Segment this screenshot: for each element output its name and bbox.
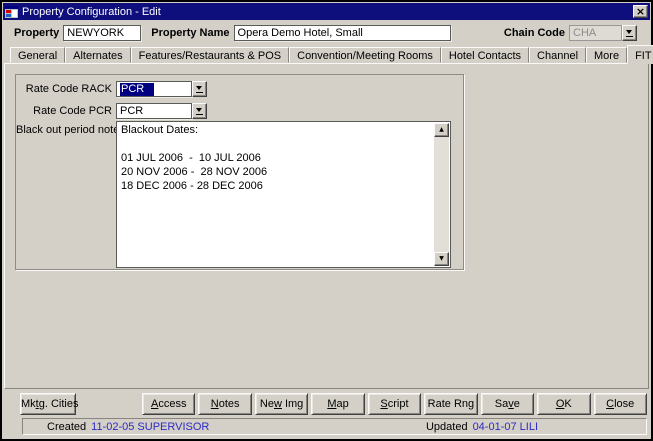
property-name-label: Property Name xyxy=(151,27,229,39)
script-button[interactable]: Script xyxy=(368,393,421,415)
property-input[interactable]: NEWYORK xyxy=(63,25,141,41)
scroll-down-icon[interactable]: ▼ xyxy=(434,252,449,266)
new-img-button[interactable]: New Img xyxy=(255,393,308,415)
rate-code-pcr-label: Rate Code PCR xyxy=(16,105,116,117)
chain-code-input[interactable]: CHA xyxy=(569,25,622,41)
rate-code-rack-input[interactable]: PCR xyxy=(116,81,192,97)
title-bar: Property Configuration - Edit × xyxy=(3,3,650,20)
tab-strip: GeneralAlternatesFeatures/Restaurants & … xyxy=(2,44,651,63)
blackout-notes-textarea[interactable]: Blackout Dates: 01 JUL 2006 - 10 JUL 200… xyxy=(116,121,451,268)
notes-button[interactable]: Notes xyxy=(198,393,251,415)
chain-code-label: Chain Code xyxy=(504,27,565,39)
lov-dropdown-icon xyxy=(196,107,203,115)
scroll-up-icon[interactable]: ▲ xyxy=(434,123,449,137)
rate-code-rack-selected-text: PCR xyxy=(120,83,154,96)
property-name-input[interactable]: Opera Demo Hotel, Small xyxy=(234,25,451,41)
window-title: Property Configuration - Edit xyxy=(22,6,633,18)
tab-features-restaurants-pos[interactable]: Features/Restaurants & POS xyxy=(131,47,289,63)
lov-dropdown-icon xyxy=(196,85,203,93)
created-label: Created xyxy=(47,421,86,433)
property-label: Property xyxy=(14,27,59,39)
action-buttons: AccessNotesNew ImgMapScriptRate RngSaveO… xyxy=(142,393,647,415)
updated-label: Updated xyxy=(426,421,468,433)
notes-scrollbar[interactable]: ▲ ▼ xyxy=(434,123,449,266)
tab-general[interactable]: General xyxy=(10,47,65,63)
updated-status: Updated 04-01-07 LILI xyxy=(426,421,538,433)
rate-code-rack-lov-button[interactable] xyxy=(192,81,207,97)
blackout-notes-text: Blackout Dates: 01 JUL 2006 - 10 JUL 200… xyxy=(117,122,434,267)
lov-dropdown-icon xyxy=(626,29,633,37)
property-configuration-window: Property Configuration - Edit × Property… xyxy=(0,0,653,441)
button-row: Mktg. Cities AccessNotesNew ImgMapScript… xyxy=(2,389,651,418)
blackout-notes-row: Black out period notes Blackout Dates: 0… xyxy=(16,121,463,268)
access-button[interactable]: Access xyxy=(142,393,195,415)
tab-more[interactable]: More xyxy=(586,47,627,63)
tab-alternates[interactable]: Alternates xyxy=(65,47,131,63)
updated-value: 04-01-07 LILI xyxy=(473,421,538,433)
blackout-notes-label: Black out period notes xyxy=(16,121,116,136)
fit-contracts-tab-panel: Rate Code RACK PCR Rate Code PCR PCR Bla… xyxy=(4,63,649,389)
status-bar: Created 11-02-05 SUPERVISOR Updated 04-0… xyxy=(22,418,647,435)
rate-code-pcr-input[interactable]: PCR xyxy=(116,103,192,119)
close-icon[interactable]: × xyxy=(633,5,648,18)
close-button[interactable]: Close xyxy=(594,393,647,415)
tab-convention-meeting-rooms[interactable]: Convention/Meeting Rooms xyxy=(289,47,441,63)
save-button[interactable]: Save xyxy=(481,393,534,415)
chain-code-lov-button[interactable] xyxy=(622,25,637,41)
map-button[interactable]: Map xyxy=(311,393,364,415)
rate-code-rack-label: Rate Code RACK xyxy=(16,83,116,95)
fit-contracts-groupbox: Rate Code RACK PCR Rate Code PCR PCR Bla… xyxy=(15,74,464,270)
mktg-cities-button[interactable]: Mktg. Cities xyxy=(20,393,76,415)
tab-channel[interactable]: Channel xyxy=(529,47,586,63)
rate-rng-button[interactable]: Rate Rng xyxy=(424,393,477,415)
app-icon xyxy=(5,6,18,18)
created-value: 11-02-05 SUPERVISOR xyxy=(91,421,209,433)
rate-code-pcr-lov-button[interactable] xyxy=(192,103,207,119)
tab-fit-contracts[interactable]: FIT Contracts xyxy=(627,45,653,64)
rate-code-rack-row: Rate Code RACK PCR xyxy=(16,81,463,97)
ok-button[interactable]: OK xyxy=(537,393,590,415)
created-status: Created 11-02-05 SUPERVISOR xyxy=(47,421,209,433)
header-fields: Property NEWYORK Property Name Opera Dem… xyxy=(2,20,651,44)
rate-code-pcr-row: Rate Code PCR PCR xyxy=(16,103,463,119)
tab-hotel-contacts[interactable]: Hotel Contacts xyxy=(441,47,529,63)
